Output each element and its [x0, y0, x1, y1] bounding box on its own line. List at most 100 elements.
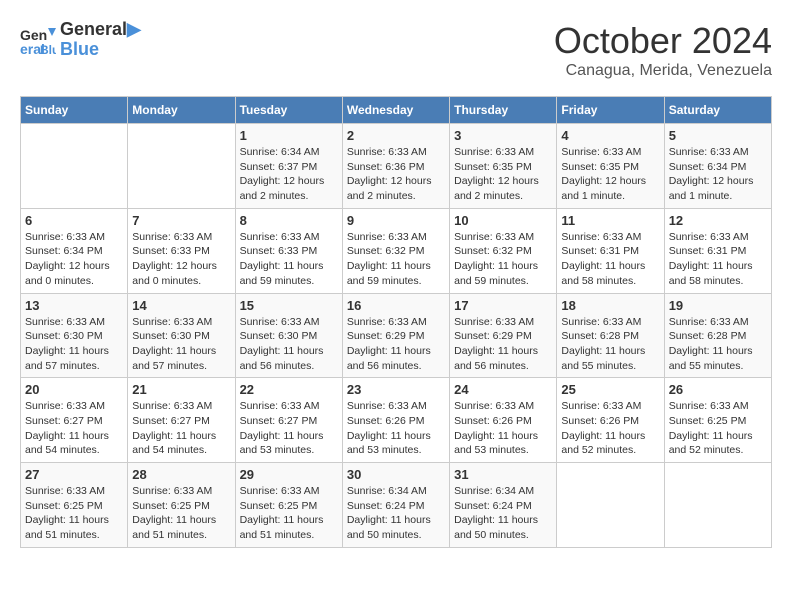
- day-number: 21: [132, 382, 230, 397]
- day-info: Sunrise: 6:33 AM Sunset: 6:30 PM Dayligh…: [132, 315, 230, 374]
- day-number: 24: [454, 382, 552, 397]
- day-number: 23: [347, 382, 445, 397]
- calendar-body: 1Sunrise: 6:34 AM Sunset: 6:37 PM Daylig…: [21, 124, 772, 548]
- day-info: Sunrise: 6:33 AM Sunset: 6:25 PM Dayligh…: [132, 484, 230, 543]
- svg-text:Blue: Blue: [40, 43, 56, 57]
- day-info: Sunrise: 6:33 AM Sunset: 6:26 PM Dayligh…: [347, 399, 445, 458]
- calendar-week-5: 27Sunrise: 6:33 AM Sunset: 6:25 PM Dayli…: [21, 463, 772, 548]
- day-number: 25: [561, 382, 659, 397]
- calendar-cell: 13 Sunrise: 6:33 AM Sunset: 6:30 PM Dayli…: [21, 293, 128, 378]
- day-number: 28: [132, 467, 230, 482]
- calendar-week-2: 6 Sunrise: 6:33 AM Sunset: 6:34 PM Daylig…: [21, 208, 772, 293]
- day-info: Sunrise: 6:33 AM Sunset: 6:32 PM Dayligh…: [454, 230, 552, 289]
- day-number: 6: [25, 213, 123, 228]
- day-number: 4: [561, 128, 659, 143]
- day-info: Sunrise: 6:33 AM Sunset: 6:33 PM Dayligh…: [240, 230, 338, 289]
- day-info: Sunrise: 6:33 AM Sunset: 6:35 PM Dayligh…: [561, 145, 659, 204]
- calendar-cell: [128, 124, 235, 209]
- calendar-cell: 3 Sunrise: 6:33 AM Sunset: 6:35 PM Daylig…: [450, 124, 557, 209]
- calendar-cell: 26 Sunrise: 6:33 AM Sunset: 6:25 PM Dayli…: [664, 378, 771, 463]
- day-info: Sunrise: 6:33 AM Sunset: 6:33 PM Dayligh…: [132, 230, 230, 289]
- day-info: Sunrise: 6:33 AM Sunset: 6:30 PM Dayligh…: [25, 315, 123, 374]
- calendar-header-thursday: Thursday: [450, 97, 557, 124]
- day-info: Sunrise: 6:33 AM Sunset: 6:27 PM Dayligh…: [25, 399, 123, 458]
- calendar-week-1: 1Sunrise: 6:34 AM Sunset: 6:37 PM Daylig…: [21, 124, 772, 209]
- calendar-cell: 8 Sunrise: 6:33 AM Sunset: 6:33 PM Daylig…: [235, 208, 342, 293]
- day-number: 17: [454, 298, 552, 313]
- calendar-cell: 14 Sunrise: 6:33 AM Sunset: 6:30 PM Dayli…: [128, 293, 235, 378]
- calendar-cell: 25 Sunrise: 6:33 AM Sunset: 6:26 PM Dayli…: [557, 378, 664, 463]
- calendar-cell: 12 Sunrise: 6:33 AM Sunset: 6:31 PM Dayli…: [664, 208, 771, 293]
- day-info: Sunrise: 6:33 AM Sunset: 6:25 PM Dayligh…: [240, 484, 338, 543]
- day-info: Sunrise: 6:34 AM Sunset: 6:24 PM Dayligh…: [347, 484, 445, 543]
- day-number: 12: [669, 213, 767, 228]
- day-number: 14: [132, 298, 230, 313]
- calendar-cell: 2Sunrise: 6:33 AM Sunset: 6:36 PM Daylig…: [342, 124, 449, 209]
- day-info: Sunrise: 6:33 AM Sunset: 6:34 PM Dayligh…: [25, 230, 123, 289]
- day-info: Sunrise: 6:33 AM Sunset: 6:27 PM Dayligh…: [132, 399, 230, 458]
- day-number: 5: [669, 128, 767, 143]
- day-number: 30: [347, 467, 445, 482]
- calendar-cell: 21 Sunrise: 6:33 AM Sunset: 6:27 PM Dayli…: [128, 378, 235, 463]
- day-info: Sunrise: 6:33 AM Sunset: 6:25 PM Dayligh…: [669, 399, 767, 458]
- day-info: Sunrise: 6:33 AM Sunset: 6:31 PM Dayligh…: [561, 230, 659, 289]
- calendar-cell: 20 Sunrise: 6:33 AM Sunset: 6:27 PM Dayli…: [21, 378, 128, 463]
- calendar-cell: 9 Sunrise: 6:33 AM Sunset: 6:32 PM Daylig…: [342, 208, 449, 293]
- day-number: 20: [25, 382, 123, 397]
- day-number: 8: [240, 213, 338, 228]
- day-info: Sunrise: 6:33 AM Sunset: 6:26 PM Dayligh…: [561, 399, 659, 458]
- day-info: Sunrise: 6:33 AM Sunset: 6:30 PM Dayligh…: [240, 315, 338, 374]
- calendar-header-wednesday: Wednesday: [342, 97, 449, 124]
- day-info: Sunrise: 6:33 AM Sunset: 6:26 PM Dayligh…: [454, 399, 552, 458]
- day-number: 16: [347, 298, 445, 313]
- day-info: Sunrise: 6:33 AM Sunset: 6:35 PM Dayligh…: [454, 145, 552, 204]
- calendar-cell: 5Sunrise: 6:33 AM Sunset: 6:34 PM Daylig…: [664, 124, 771, 209]
- day-number: 3: [454, 128, 552, 143]
- calendar-header-sunday: Sunday: [21, 97, 128, 124]
- calendar-table: SundayMondayTuesdayWednesdayThursdayFrid…: [20, 96, 772, 548]
- day-info: Sunrise: 6:33 AM Sunset: 6:29 PM Dayligh…: [347, 315, 445, 374]
- day-number: 13: [25, 298, 123, 313]
- day-info: Sunrise: 6:33 AM Sunset: 6:29 PM Dayligh…: [454, 315, 552, 374]
- calendar-cell: 24 Sunrise: 6:33 AM Sunset: 6:26 PM Dayli…: [450, 378, 557, 463]
- title-block: October 2024 Canagua, Merida, Venezuela: [554, 20, 772, 80]
- logo-text: General▶ Blue: [60, 20, 141, 60]
- calendar-header-saturday: Saturday: [664, 97, 771, 124]
- calendar-cell: 1Sunrise: 6:34 AM Sunset: 6:37 PM Daylig…: [235, 124, 342, 209]
- day-number: 15: [240, 298, 338, 313]
- day-number: 29: [240, 467, 338, 482]
- calendar-header-friday: Friday: [557, 97, 664, 124]
- calendar-cell: 4 Sunrise: 6:33 AM Sunset: 6:35 PM Daylig…: [557, 124, 664, 209]
- month-title: October 2024: [554, 20, 772, 62]
- location-subtitle: Canagua, Merida, Venezuela: [554, 62, 772, 80]
- day-number: 19: [669, 298, 767, 313]
- day-info: Sunrise: 6:33 AM Sunset: 6:25 PM Dayligh…: [25, 484, 123, 543]
- day-number: 26: [669, 382, 767, 397]
- page-header: Gen eral Blue General▶ Blue October 2024…: [20, 20, 772, 80]
- calendar-week-4: 20 Sunrise: 6:33 AM Sunset: 6:27 PM Dayli…: [21, 378, 772, 463]
- calendar-cell: 22Sunrise: 6:33 AM Sunset: 6:27 PM Dayli…: [235, 378, 342, 463]
- day-info: Sunrise: 6:33 AM Sunset: 6:32 PM Dayligh…: [347, 230, 445, 289]
- calendar-header-monday: Monday: [128, 97, 235, 124]
- day-number: 31: [454, 467, 552, 482]
- day-info: Sunrise: 6:34 AM Sunset: 6:24 PM Dayligh…: [454, 484, 552, 543]
- calendar-cell: [557, 463, 664, 548]
- logo: Gen eral Blue General▶ Blue: [20, 20, 141, 60]
- calendar-cell: 15 Sunrise: 6:33 AM Sunset: 6:30 PM Dayli…: [235, 293, 342, 378]
- calendar-cell: 18Sunrise: 6:33 AM Sunset: 6:28 PM Dayli…: [557, 293, 664, 378]
- calendar-cell: 11 Sunrise: 6:33 AM Sunset: 6:31 PM Dayli…: [557, 208, 664, 293]
- calendar-cell: 7 Sunrise: 6:33 AM Sunset: 6:33 PM Daylig…: [128, 208, 235, 293]
- calendar-cell: 23 Sunrise: 6:33 AM Sunset: 6:26 PM Dayli…: [342, 378, 449, 463]
- calendar-cell: 31 Sunrise: 6:34 AM Sunset: 6:24 PM Dayli…: [450, 463, 557, 548]
- day-number: 7: [132, 213, 230, 228]
- day-info: Sunrise: 6:33 AM Sunset: 6:31 PM Dayligh…: [669, 230, 767, 289]
- day-info: Sunrise: 6:33 AM Sunset: 6:27 PM Dayligh…: [240, 399, 338, 458]
- day-info: Sunrise: 6:33 AM Sunset: 6:28 PM Dayligh…: [561, 315, 659, 374]
- calendar-cell: 10Sunrise: 6:33 AM Sunset: 6:32 PM Dayli…: [450, 208, 557, 293]
- calendar-week-3: 13 Sunrise: 6:33 AM Sunset: 6:30 PM Dayli…: [21, 293, 772, 378]
- day-number: 11: [561, 213, 659, 228]
- day-info: Sunrise: 6:33 AM Sunset: 6:36 PM Dayligh…: [347, 145, 445, 204]
- day-number: 9: [347, 213, 445, 228]
- calendar-cell: 6 Sunrise: 6:33 AM Sunset: 6:34 PM Daylig…: [21, 208, 128, 293]
- calendar-cell: 28 Sunrise: 6:33 AM Sunset: 6:25 PM Dayli…: [128, 463, 235, 548]
